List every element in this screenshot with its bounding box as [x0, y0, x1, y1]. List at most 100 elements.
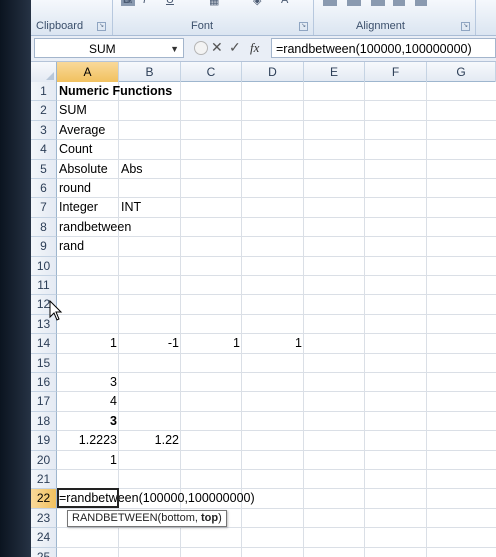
row-header-14[interactable]: 14: [31, 334, 57, 354]
formula-input[interactable]: =randbetween(100000,100000000): [271, 38, 496, 58]
row-header-8[interactable]: 8: [31, 217, 57, 238]
divider: [112, 0, 113, 35]
enter-icon[interactable]: ✓: [229, 39, 241, 56]
cell-b19[interactable]: 1.22: [119, 431, 181, 450]
border-icon[interactable]: ▦: [209, 0, 219, 7]
gridline: [57, 275, 496, 276]
cell-b7[interactable]: INT: [119, 198, 143, 217]
tooltip-current-arg: top: [200, 511, 219, 524]
increase-indent-icon[interactable]: [415, 0, 427, 6]
gridline: [57, 119, 496, 121]
row-header-6[interactable]: 6: [31, 179, 57, 199]
mouse-pointer-icon: [49, 299, 63, 322]
row-header-16[interactable]: 16: [31, 373, 57, 393]
cell-d14[interactable]: 1: [242, 334, 304, 353]
gridline: [364, 82, 365, 557]
row-header-17[interactable]: 17: [31, 392, 57, 412]
gridline: [303, 82, 304, 557]
cell-a14[interactable]: 1: [57, 334, 119, 353]
chevron-down-icon[interactable]: ▼: [170, 44, 179, 54]
cell-a5[interactable]: Absolute: [57, 160, 110, 179]
formula-bar: SUM ▼ ✕ ✓ fx =randbetween(100000,1000000…: [31, 36, 496, 62]
row-header-15[interactable]: 15: [31, 353, 57, 373]
row-header-4[interactable]: 4: [31, 140, 57, 160]
group-label-clipboard: Clipboard: [36, 20, 84, 32]
row-header-3[interactable]: 3: [31, 120, 57, 141]
gridline: [57, 294, 496, 296]
expand-icon[interactable]: [194, 41, 208, 55]
active-cell-border: [57, 488, 119, 509]
function-tooltip[interactable]: RANDBETWEEN(bottom, top): [67, 509, 227, 527]
gridline: [57, 391, 496, 393]
gridline: [426, 82, 427, 557]
font-launcher-icon[interactable]: ↘: [299, 22, 308, 31]
cell-a18[interactable]: 3: [57, 412, 119, 431]
column-header-e[interactable]: E: [304, 62, 365, 82]
gridline: [57, 372, 496, 373]
cell-a8[interactable]: randbetween: [57, 218, 133, 237]
bold-icon[interactable]: B: [123, 0, 131, 6]
cell-a20[interactable]: 1: [57, 451, 119, 470]
cell-a19[interactable]: 1.2223: [57, 431, 119, 450]
underline-icon[interactable]: U: [166, 0, 174, 6]
row-header-9[interactable]: 9: [31, 237, 57, 257]
column-header-a[interactable]: A: [57, 62, 119, 82]
gridline: [118, 82, 119, 557]
column-header-f[interactable]: F: [365, 62, 427, 82]
gridline: [57, 255, 496, 257]
name-box[interactable]: SUM ▼: [34, 38, 184, 58]
gridline: [241, 82, 242, 557]
row-header-23[interactable]: 23: [31, 508, 57, 529]
row-header-25[interactable]: 25: [31, 547, 57, 557]
divider: [313, 0, 314, 35]
row-header-7[interactable]: 7: [31, 198, 57, 218]
cell-a2[interactable]: SUM: [57, 101, 89, 120]
tooltip-close-paren: ): [218, 511, 222, 524]
row-header-22[interactable]: 22: [31, 489, 57, 509]
cell-b5[interactable]: Abs: [119, 160, 145, 179]
row-header-2[interactable]: 2: [31, 101, 57, 121]
ribbon: ✎ Clipboard ↘ B I U ▦ ◈ A Font ↘ Alignme…: [31, 0, 496, 36]
alignment-launcher-icon[interactable]: ↘: [461, 22, 470, 31]
group-label-font: Font: [191, 20, 214, 32]
font-color-icon[interactable]: A: [281, 0, 288, 6]
column-header-g[interactable]: G: [427, 62, 496, 82]
cell-c14[interactable]: 1: [181, 334, 242, 353]
cell-a16[interactable]: 3: [57, 373, 119, 392]
row-header-1[interactable]: 1: [31, 82, 57, 102]
insert-function-icon[interactable]: fx: [250, 40, 259, 56]
row-header-5[interactable]: 5: [31, 159, 57, 179]
row-header-18[interactable]: 18: [31, 411, 57, 432]
gridline: [57, 410, 496, 412]
cell-a6[interactable]: round: [57, 179, 93, 198]
worksheet-grid[interactable]: A B C D E F G 1 2 3 4 5 6 7 8 9 10 11 12 13 14 15 16 17 18 19 20 21…: [31, 62, 496, 557]
decrease-indent-icon[interactable]: [393, 0, 405, 6]
row-header-10[interactable]: 10: [31, 256, 57, 276]
divider: [475, 0, 476, 35]
row-header-20[interactable]: 20: [31, 450, 57, 470]
row-header-19[interactable]: 19: [31, 431, 57, 451]
cancel-icon[interactable]: ✕: [211, 39, 223, 56]
select-all-corner[interactable]: [31, 62, 57, 82]
row-header-24[interactable]: 24: [31, 528, 57, 548]
column-header-c[interactable]: C: [181, 62, 242, 82]
cell-a7[interactable]: Integer: [57, 198, 100, 217]
fill-color-icon[interactable]: ◈: [253, 0, 261, 7]
italic-icon[interactable]: I: [143, 0, 146, 6]
tooltip-function-text: RANDBETWEEN(bottom,: [72, 511, 201, 524]
cell-a4[interactable]: Count: [57, 140, 94, 159]
cell-a3[interactable]: Average: [57, 121, 107, 140]
cell-a9[interactable]: rand: [57, 237, 86, 256]
cell-a1[interactable]: Numeric Functions: [57, 82, 174, 101]
clipboard-launcher-icon[interactable]: ↘: [97, 22, 106, 31]
row-header-11[interactable]: 11: [31, 276, 57, 296]
gridline: [57, 139, 496, 141]
cell-b14[interactable]: -1: [119, 334, 181, 353]
column-header-b[interactable]: B: [119, 62, 181, 82]
cell-a17[interactable]: 4: [57, 392, 119, 411]
column-header-d[interactable]: D: [242, 62, 304, 82]
align-center-icon[interactable]: [347, 0, 361, 6]
align-right-icon[interactable]: [371, 0, 385, 6]
row-header-21[interactable]: 21: [31, 470, 57, 490]
align-left-icon[interactable]: [323, 0, 337, 6]
